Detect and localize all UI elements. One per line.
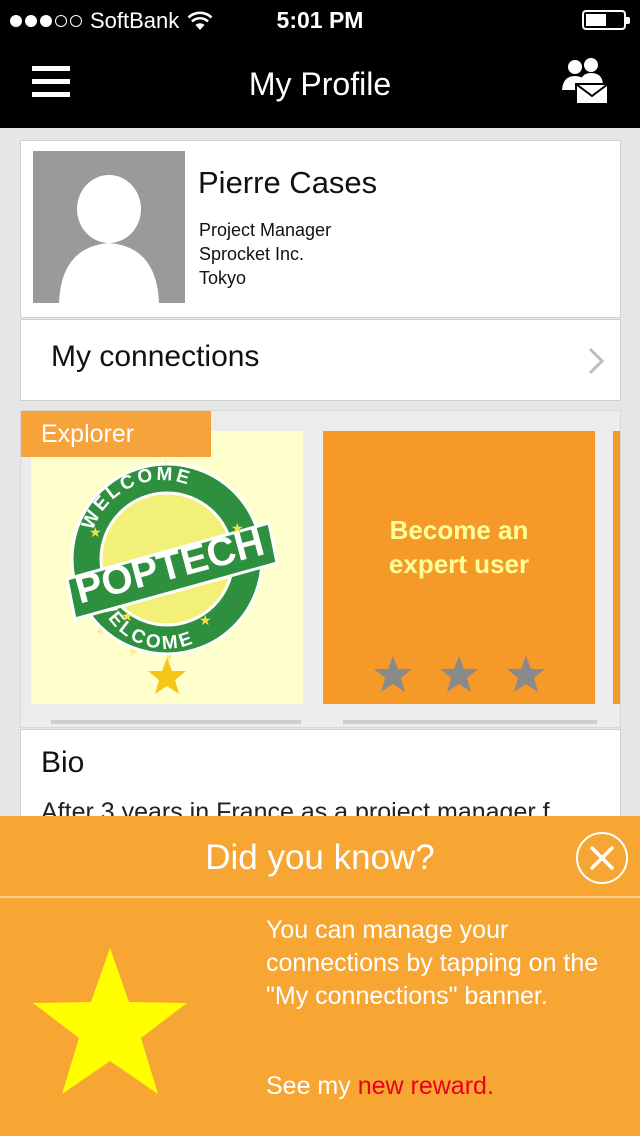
badges-carousel[interactable]: WELCOME WELCOME POPTECH ★ ★ ★ ★ Explorer… bbox=[20, 410, 621, 728]
tip-body: You can manage your connections by tappi… bbox=[266, 916, 599, 1010]
profile-card: Pierre Cases Project Manager Sprocket In… bbox=[20, 140, 621, 318]
carousel-track bbox=[343, 720, 597, 724]
profile-name: Pierre Cases bbox=[198, 165, 378, 200]
battery-icon bbox=[582, 10, 630, 30]
expert-line-2: expert user bbox=[388, 549, 530, 579]
star-outline-icon bbox=[507, 656, 545, 692]
contacts-message-icon[interactable] bbox=[554, 56, 610, 106]
badge-next-partial[interactable] bbox=[613, 431, 620, 704]
tip-reward-line: See my new reward. bbox=[266, 1072, 494, 1101]
status-time: 5:01 PM bbox=[276, 7, 364, 33]
avatar bbox=[33, 151, 185, 303]
explorer-tag: Explorer bbox=[21, 411, 211, 457]
person-silhouette-icon bbox=[59, 175, 159, 303]
carousel-track bbox=[51, 720, 301, 724]
close-button[interactable] bbox=[576, 832, 628, 884]
navigation-bar: My Profile bbox=[0, 40, 640, 128]
profile-role: Project Manager bbox=[199, 220, 332, 240]
my-connections-banner[interactable]: My connections bbox=[20, 319, 621, 401]
did-you-know-panel: Did you know? You can manage your connec… bbox=[0, 816, 640, 1136]
tip-title: Did you know? bbox=[205, 838, 435, 877]
status-bar: SoftBank 5:01 PM bbox=[0, 0, 640, 40]
expert-badge-text: Become an expert user bbox=[323, 513, 595, 581]
page-title: My Profile bbox=[248, 66, 392, 102]
svg-text:★: ★ bbox=[231, 520, 244, 536]
chevron-right-icon bbox=[588, 347, 605, 375]
profile-location: Tokyo bbox=[199, 268, 247, 288]
star-outline-icon bbox=[374, 656, 412, 692]
badge-explorer[interactable]: WELCOME WELCOME POPTECH ★ ★ ★ ★ bbox=[31, 431, 303, 704]
expert-line-1: Become an bbox=[389, 515, 529, 545]
close-icon bbox=[590, 846, 614, 870]
reward-star-icon bbox=[33, 948, 187, 1094]
svg-text:★: ★ bbox=[121, 608, 134, 624]
svg-text:★: ★ bbox=[199, 612, 212, 628]
star-icon bbox=[148, 658, 186, 694]
tip-divider bbox=[0, 896, 640, 898]
new-reward-link[interactable]: new reward. bbox=[358, 1072, 494, 1100]
svg-text:★: ★ bbox=[89, 524, 102, 540]
bio-heading: Bio bbox=[41, 746, 85, 779]
my-connections-label: My connections bbox=[51, 340, 260, 373]
profile-company: Sprocket Inc. bbox=[199, 244, 305, 264]
reward-prefix: See my bbox=[266, 1072, 351, 1100]
badge-expert-user[interactable]: Become an expert user bbox=[323, 431, 595, 704]
star-outline-icon bbox=[440, 656, 478, 692]
